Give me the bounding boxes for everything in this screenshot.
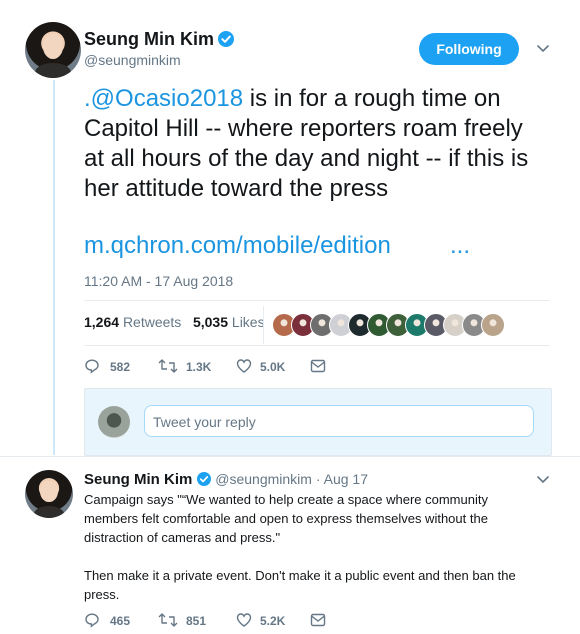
divider	[0, 456, 580, 457]
reply-author-avatar[interactable]	[25, 470, 73, 518]
heart-icon[interactable]	[236, 612, 252, 628]
tweet-stats: 1,264 Retweets 5,035 Likes	[84, 314, 265, 330]
author-name[interactable]: Seung Min Kim	[84, 29, 214, 49]
reply-tweet-text: Campaign says "“We wanted to help create…	[84, 490, 534, 604]
tweet-link-ellipsis[interactable]: ...	[450, 232, 470, 260]
chevron-down-icon[interactable]	[537, 45, 549, 53]
likes-count[interactable]: 5,035	[193, 314, 228, 330]
reply-author-handle-date[interactable]: @seungminkim · Aug 17	[215, 471, 368, 487]
message-icon[interactable]	[310, 613, 326, 627]
reply-tweet-header: Seung Min Kim @seungminkim · Aug 17	[84, 471, 368, 489]
likes-label[interactable]: Likes	[232, 314, 265, 330]
chevron-down-icon[interactable]	[537, 476, 549, 484]
reply-count[interactable]: 582	[110, 360, 130, 374]
following-button[interactable]: Following	[419, 33, 519, 65]
tweet-timestamp[interactable]: 11:20 AM - 17 Aug 2018	[84, 273, 233, 289]
retweets-count[interactable]: 1,264	[84, 314, 119, 330]
message-icon[interactable]	[310, 359, 326, 373]
reply-icon[interactable]	[84, 358, 100, 374]
divider	[84, 300, 550, 301]
divider	[84, 345, 550, 346]
author-avatar[interactable]	[25, 22, 81, 78]
reply-author-name[interactable]: Seung Min Kim	[84, 471, 192, 488]
stats-separator	[263, 306, 264, 344]
liked-by-avatar[interactable]	[481, 313, 505, 337]
tweet-link[interactable]: m.qchron.com/mobile/edition	[84, 232, 391, 260]
like-count[interactable]: 5.2K	[260, 614, 285, 628]
reply-paragraph-2: Then make it a private event. Don't make…	[84, 568, 516, 602]
retweet-count[interactable]: 1.3K	[186, 360, 211, 374]
verified-badge-icon	[218, 31, 235, 47]
author-handle[interactable]: @seungminkim	[84, 52, 181, 68]
retweets-label[interactable]: Retweets	[123, 314, 181, 330]
author-header[interactable]: Seung Min Kim	[84, 29, 235, 50]
reply-count[interactable]: 465	[110, 614, 130, 628]
tweet-text: .@Ocasio2018 is in for a rough time on C…	[84, 84, 544, 204]
retweet-icon[interactable]	[158, 612, 178, 628]
reply-paragraph-1: Campaign says "“We wanted to help create…	[84, 492, 488, 545]
retweet-count[interactable]: 851	[186, 614, 206, 628]
like-count[interactable]: 5.0K	[260, 360, 285, 374]
verified-badge-icon	[196, 472, 211, 486]
thread-line	[53, 80, 55, 455]
reply-icon[interactable]	[84, 612, 100, 628]
reply-input[interactable]: Tweet your reply	[144, 405, 534, 437]
heart-icon[interactable]	[236, 358, 252, 374]
current-user-avatar[interactable]	[98, 406, 130, 438]
retweet-icon[interactable]	[158, 358, 178, 374]
mention-link[interactable]: .@Ocasio2018	[84, 85, 243, 112]
